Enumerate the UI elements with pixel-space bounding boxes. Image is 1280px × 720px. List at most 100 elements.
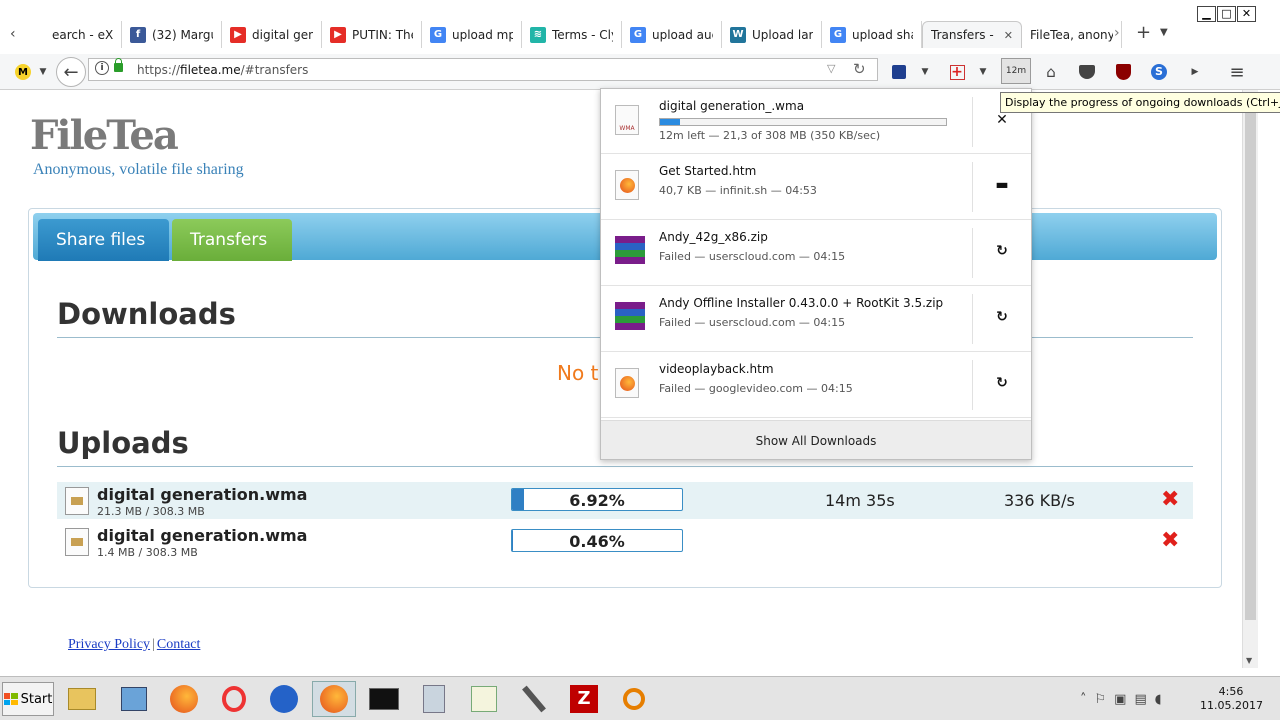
download-item[interactable]: Andy_42g_x86.zip Failed — userscloud.com … — [601, 220, 1031, 286]
url-path: /#transfers — [240, 63, 309, 77]
close-window-button[interactable]: ✕ — [1237, 6, 1256, 22]
browser-tab[interactable]: ▶ PUTIN: The — [322, 21, 422, 48]
system-clock[interactable]: 4:56 11.05.2017 — [1200, 685, 1263, 713]
firefox-icon[interactable] — [162, 681, 206, 717]
upload-file-size: 1.4 MB / 308.3 MB — [97, 546, 198, 559]
tab-share-files[interactable]: Share files — [38, 219, 169, 261]
firefox-active-icon[interactable] — [312, 681, 356, 717]
contact-link[interactable]: Contact — [157, 637, 201, 652]
browser-tab[interactable]: FileTea, anonyr — [1022, 21, 1122, 48]
home-icon[interactable]: ⌂ — [1040, 60, 1062, 84]
tray-expand-icon[interactable]: ˄ — [1080, 692, 1087, 707]
wma-label: WMA — [619, 125, 635, 132]
browser-orbit-icon[interactable] — [262, 681, 306, 717]
lock-icon[interactable] — [114, 58, 123, 72]
network-icon[interactable]: ▤ — [1134, 692, 1146, 707]
url-text[interactable]: https://filetea.me/#transfers — [137, 63, 308, 77]
microphone-icon[interactable] — [512, 681, 556, 717]
download-action-separator — [972, 162, 973, 212]
youtube-icon: ▶ — [330, 26, 346, 43]
save-disk-icon[interactable] — [888, 60, 910, 84]
maximize-button[interactable]: □ — [1217, 6, 1236, 22]
start-button[interactable]: Start — [2, 682, 54, 716]
upload-percent: 6.92% — [569, 491, 625, 510]
download-action-separator — [972, 360, 973, 410]
tab-scroll-left-icon[interactable]: ‹ — [10, 26, 16, 42]
retry-icon[interactable]: ↻ — [993, 374, 1011, 392]
save-dropdown-icon[interactable]: ▼ — [918, 60, 932, 84]
opera-icon[interactable] — [212, 681, 256, 717]
tab-transfers[interactable]: Transfers — [172, 219, 292, 261]
downloads-progress-button[interactable]: 12m — [1001, 58, 1031, 84]
media-player-icon[interactable] — [112, 681, 156, 717]
reload-icon[interactable]: ↻ — [853, 60, 866, 78]
page-scrollbar[interactable]: ▼ — [1242, 90, 1258, 668]
browser-tab[interactable]: Gupload auc — [622, 21, 722, 48]
browser-tab[interactable]: f (32) Margu — [122, 21, 222, 48]
chart-app-icon[interactable] — [462, 681, 506, 717]
identity-dropdown-icon[interactable]: ▼ — [38, 60, 48, 84]
retry-icon[interactable]: ↻ — [993, 308, 1011, 326]
htm-file-icon — [615, 170, 645, 202]
browser-tab-label: upload sha — [852, 27, 913, 42]
uploads-divider — [57, 466, 1193, 467]
scrollbar-thumb[interactable] — [1245, 92, 1256, 620]
youtube-addon-icon[interactable]: ▶ — [1184, 60, 1206, 84]
close-tab-icon[interactable]: ✕ — [1004, 29, 1013, 42]
privacy-policy-link[interactable]: Privacy Policy — [68, 637, 150, 652]
command-prompt-icon[interactable] — [362, 681, 406, 717]
audio-file-icon — [65, 528, 89, 556]
download-item[interactable]: WMA digital generation_.wma 12m left — 21,… — [601, 89, 1031, 154]
download-file-name: Andy Offline Installer 0.43.0.0 + RootKi… — [659, 296, 944, 310]
browser-tab[interactable]: Gupload mp — [422, 21, 522, 48]
download-item[interactable]: Andy Offline Installer 0.43.0.0 + RootKi… — [601, 286, 1031, 352]
cancel-icon[interactable]: ✕ — [993, 111, 1011, 129]
volume-icon[interactable]: ◖ — [1155, 692, 1162, 707]
url-bar[interactable]: i https://filetea.me/#transfers ▽ ↻ — [88, 58, 878, 81]
menu-hamburger-icon[interactable]: ≡ — [1226, 60, 1248, 84]
pocket-icon[interactable] — [1076, 60, 1098, 84]
google-icon: G — [630, 26, 646, 43]
retry-icon[interactable]: ↻ — [993, 242, 1011, 260]
scroll-down-arrow-icon[interactable]: ▼ — [1246, 656, 1252, 665]
cancel-upload-icon[interactable]: ✖ — [1161, 488, 1179, 512]
folder-icon[interactable]: ▬ — [993, 176, 1011, 194]
clock-date: 11.05.2017 — [1200, 699, 1263, 712]
mozilla-m-icon[interactable]: M — [14, 60, 32, 84]
calculator-icon[interactable] — [412, 681, 456, 717]
back-arrow-icon[interactable]: ← — [56, 57, 86, 87]
url-history-dropdown-icon[interactable]: ▽ — [827, 62, 835, 75]
browser-tab[interactable]: earch - eX — [22, 21, 122, 48]
addon-dropdown-icon[interactable]: ▼ — [976, 60, 990, 84]
site-info-icon[interactable]: i — [95, 61, 109, 75]
new-tab-icon[interactable]: + — [1136, 22, 1151, 43]
file-explorer-icon[interactable] — [60, 681, 104, 717]
browser-tab[interactable]: ▶ digital gene — [222, 21, 322, 48]
download-status: Failed — googlevideo.com — 04:15 — [659, 382, 853, 395]
url-prefix: https:// — [137, 63, 181, 77]
download-item[interactable]: Get Started.htm 40,7 KB — infinit.sh — 04… — [601, 154, 1031, 220]
download-progress-fill — [660, 119, 680, 125]
download-status: Failed — userscloud.com — 04:15 — [659, 250, 846, 263]
search-icon — [30, 27, 46, 43]
browser-tab[interactable]: ≋ Terms - Cly — [522, 21, 622, 48]
browser-tab[interactable]: Gupload sha — [822, 21, 922, 48]
tab-active[interactable]: Transfers - F ✕ — [922, 21, 1022, 48]
tab-list-dropdown-icon[interactable]: ▼ — [1160, 27, 1168, 38]
addon-plus-icon[interactable]: + — [946, 60, 968, 84]
tab-scroll-right-icon[interactable]: › — [1114, 25, 1120, 41]
search-magnifier-icon[interactable] — [612, 681, 656, 717]
filezilla-icon[interactable]: Z — [562, 681, 606, 717]
skype-icon[interactable]: S — [1148, 60, 1170, 84]
cancel-upload-icon[interactable]: ✖ — [1161, 529, 1179, 553]
show-all-downloads-button[interactable]: Show All Downloads — [601, 420, 1031, 459]
minimize-button[interactable]: ▁ — [1197, 6, 1216, 22]
system-tray: ˄ ⚐ ▣ ▤ ◖ — [1080, 681, 1162, 717]
download-progress-bar — [659, 118, 947, 126]
download-item[interactable]: videoplayback.htm Failed — googlevideo.co… — [601, 352, 1031, 418]
browser-tab[interactable]: W Upload larg — [722, 21, 822, 48]
upload-percent: 0.46% — [569, 532, 625, 551]
ublock-shield-icon[interactable] — [1112, 60, 1134, 84]
device-icon[interactable]: ▣ — [1114, 692, 1126, 707]
action-center-flag-icon[interactable]: ⚐ — [1095, 692, 1107, 707]
